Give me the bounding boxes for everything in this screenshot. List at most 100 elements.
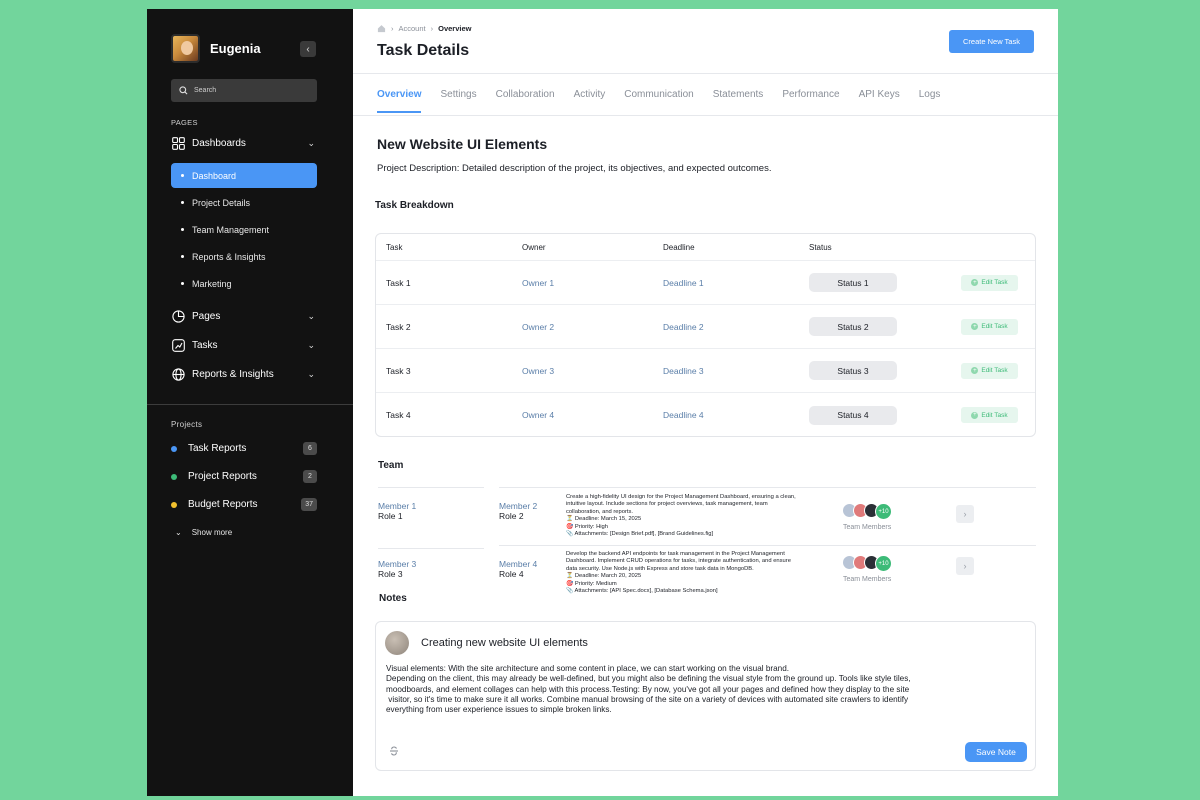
note-line: visitor, so it's time to make sure it al…: [386, 694, 909, 704]
collapse-sidebar-button[interactable]: ‹: [300, 41, 316, 57]
owner-link[interactable]: Owner 1: [522, 278, 554, 288]
chevron-right-icon[interactable]: ›: [956, 557, 974, 575]
desc-line: 📎 Attachments: [API Spec.docx], [Databas…: [566, 588, 718, 595]
edit-task-button[interactable]: + Edit Task: [961, 407, 1018, 423]
sidebar-item-team-management[interactable]: Team Management: [171, 217, 317, 242]
home-icon[interactable]: [377, 24, 386, 33]
project-item-budget-reports[interactable]: Budget Reports 37: [171, 498, 317, 511]
owner-link[interactable]: Owner 3: [522, 366, 554, 376]
nav-group-label: Reports & Insights: [192, 368, 274, 380]
note-line: moodboards, and element collages can hel…: [386, 684, 910, 694]
tab-performance[interactable]: Performance: [782, 89, 839, 113]
owner-link[interactable]: Owner 4: [522, 410, 554, 420]
sidebar-item-reports-insights[interactable]: Reports & Insights: [171, 244, 317, 269]
strikethrough-icon[interactable]: [389, 746, 399, 759]
desc-line: 📎 Attachments: [Design Brief.pdf], [Bran…: [566, 531, 714, 538]
tab-api-keys[interactable]: API Keys: [859, 89, 900, 113]
status-badge: Status 1: [809, 273, 897, 292]
edit-task-button[interactable]: + Edit Task: [961, 274, 1018, 291]
nav-group-reports-insights[interactable]: Reports & Insights ⌄: [171, 367, 317, 381]
team-member-2[interactable]: Member 2 Role 2: [499, 501, 537, 521]
team-heading: Team: [378, 460, 404, 471]
desc-line: ⏳ Deadline: March 20, 2025: [566, 573, 642, 580]
tab-overview[interactable]: Overview: [377, 89, 422, 113]
table-header: Task Owner Deadline Status: [376, 234, 1035, 261]
nav-group-pages[interactable]: Pages ⌄: [171, 309, 317, 323]
edit-task-button[interactable]: + Edit Task: [961, 318, 1018, 335]
member-name: Member 4: [499, 559, 538, 569]
chevron-right-icon[interactable]: ›: [956, 505, 974, 523]
count-badge: 2: [303, 470, 317, 483]
project-item-task-reports[interactable]: Task Reports 6: [171, 442, 317, 455]
team-avatar-stack[interactable]: +10: [842, 503, 892, 520]
nav-group-label: Dashboards: [192, 137, 246, 149]
tab-settings[interactable]: Settings: [440, 89, 476, 113]
nav-group-dashboards[interactable]: Dashboards ⌄: [171, 136, 317, 150]
status-dot: [171, 501, 177, 508]
deadline-link[interactable]: Deadline 4: [663, 410, 704, 420]
member-role: Role 3: [378, 569, 403, 579]
table-row: Task 1 Owner 1 Deadline 1 Status 1 + Edit…: [376, 261, 1035, 305]
note-body[interactable]: Visual elements: With the site architect…: [386, 664, 986, 715]
task-cell: Task 4: [386, 410, 411, 420]
nav-group-label: Pages: [192, 310, 221, 322]
column-header-deadline: Deadline: [663, 242, 695, 252]
team-member-4[interactable]: Member 4 Role 4: [499, 559, 537, 579]
nav-group-tasks[interactable]: Tasks ⌄: [171, 338, 317, 352]
deadline-link[interactable]: Deadline 3: [663, 366, 704, 376]
count-badge: 6: [303, 442, 317, 455]
search-placeholder: Search: [194, 87, 217, 94]
chart-icon: [171, 338, 185, 352]
plus-icon: +: [971, 279, 979, 286]
note-line: Depending on the client, this may alread…: [386, 674, 911, 684]
tab-activity[interactable]: Activity: [574, 89, 606, 113]
projects-section-label: Projects: [171, 420, 203, 429]
user-profile[interactable]: Eugenia: [171, 34, 261, 63]
owner-link[interactable]: Owner 2: [522, 322, 554, 332]
desc-line: 🎯 Priority: High: [566, 523, 609, 530]
project-item-project-reports[interactable]: Project Reports 2: [171, 470, 317, 483]
edit-task-button[interactable]: + Edit Task: [961, 362, 1018, 379]
tab-logs[interactable]: Logs: [919, 89, 941, 113]
tab-statements[interactable]: Statements: [713, 89, 764, 113]
sidebar-item-marketing[interactable]: Marketing: [171, 271, 317, 296]
note-title[interactable]: Creating new website UI elements: [421, 637, 588, 649]
more-members-badge: +10: [875, 503, 892, 520]
team-avatar-stack[interactable]: +10: [842, 555, 892, 572]
chevron-down-icon: ⌄: [307, 310, 315, 321]
team-member-3[interactable]: Member 3 Role 3: [378, 559, 416, 579]
task-breakdown-heading: Task Breakdown: [375, 200, 454, 211]
deadline-link[interactable]: Deadline 1: [663, 278, 704, 288]
sidebar-item-dashboard[interactable]: Dashboard: [171, 163, 317, 188]
pages-section-label: PAGES: [171, 118, 198, 127]
save-note-button[interactable]: Save Note: [965, 742, 1027, 762]
team-divider: [499, 545, 1036, 546]
search-input[interactable]: Search: [171, 79, 317, 102]
chevron-right-icon: ›: [430, 24, 434, 33]
task-cell: Task 1: [386, 277, 411, 288]
tab-communication[interactable]: Communication: [624, 89, 693, 113]
show-more-button[interactable]: ⌄ Show more: [175, 528, 232, 537]
status-badge: Status 3: [809, 361, 897, 380]
plus-icon: +: [971, 323, 979, 330]
task-description: Create a high-fidelity UI design for the…: [566, 494, 831, 538]
sidebar-item-project-details[interactable]: Project Details: [171, 190, 317, 215]
chevron-down-icon: ⌄: [307, 137, 315, 148]
breadcrumb-overview[interactable]: Overview: [438, 24, 471, 33]
create-new-task-button[interactable]: Create New Task: [949, 30, 1034, 53]
pie-icon: [171, 309, 185, 323]
plus-icon: +: [971, 367, 979, 374]
chevron-down-icon: ⌄: [175, 528, 182, 537]
table-row: Task 4 Owner 4 Deadline 4 Status 4 + Edit…: [376, 393, 1035, 436]
project-label: Task Reports: [188, 443, 247, 454]
deadline-link[interactable]: Deadline 2: [663, 322, 704, 332]
sidebar: Eugenia ‹ Search PAGES Dashboards ⌄ Dash…: [147, 9, 353, 796]
breadcrumb-account[interactable]: Account: [399, 24, 426, 33]
chevron-down-icon: ⌄: [307, 368, 315, 379]
tab-collaboration[interactable]: Collaboration: [496, 89, 555, 113]
team-member-1[interactable]: Member 1 Role 1: [378, 501, 416, 521]
app-window: Eugenia ‹ Search PAGES Dashboards ⌄ Dash…: [147, 9, 1058, 796]
chevron-down-icon: ⌄: [307, 339, 315, 350]
team-members-label: Team Members: [843, 576, 892, 583]
member-role: Role 2: [499, 511, 524, 521]
